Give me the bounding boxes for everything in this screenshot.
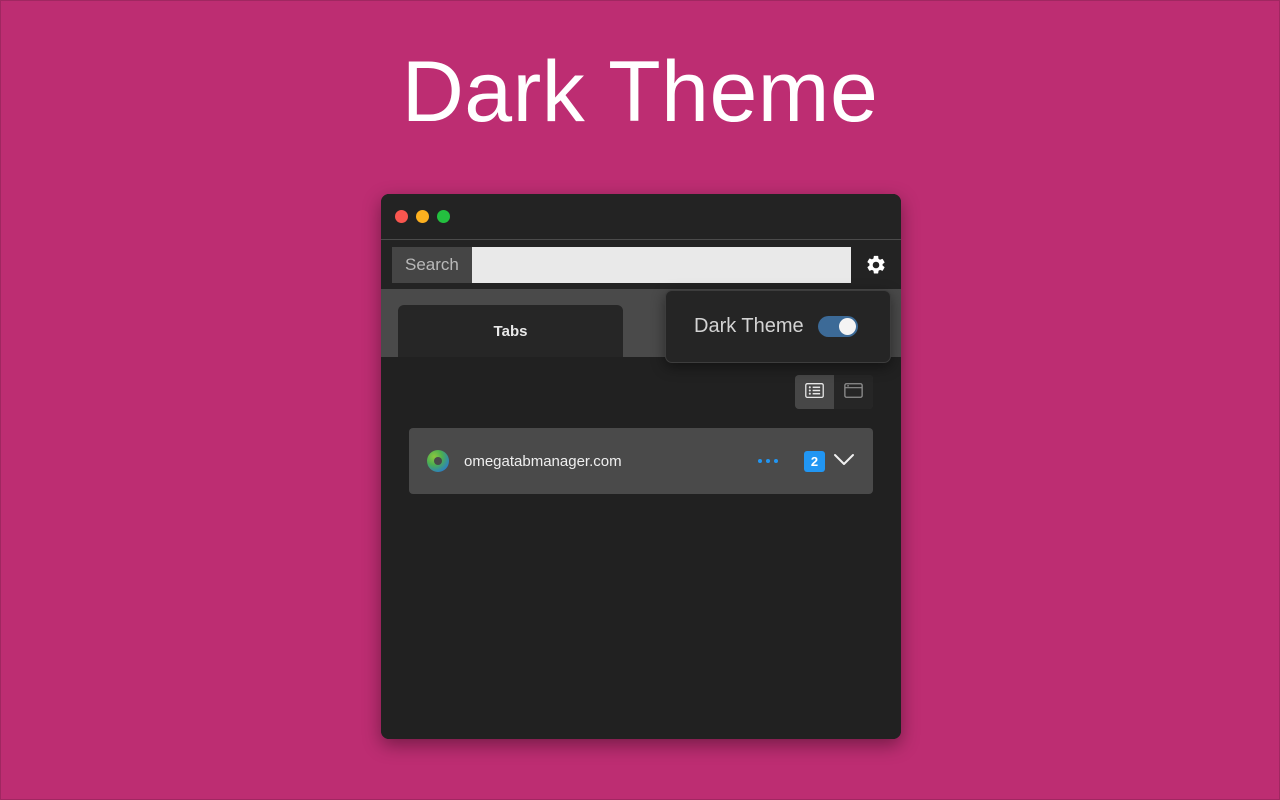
table-row[interactable]: omegatabmanager.com 2 [409, 428, 873, 494]
view-toggle-group [795, 375, 873, 409]
tab-tabs[interactable]: Tabs [398, 305, 623, 357]
chevron-down-icon [833, 453, 855, 470]
omega-favicon-icon [427, 450, 449, 472]
search-label: Search [392, 246, 472, 283]
toggle-knob [838, 318, 856, 335]
expand-row-button[interactable] [833, 453, 855, 470]
window-titlebar [381, 194, 901, 240]
gear-icon [865, 254, 887, 276]
list-view-button[interactable] [795, 375, 834, 409]
page-title: Dark Theme [401, 44, 879, 140]
close-window-button[interactable] [395, 210, 408, 223]
settings-button[interactable] [851, 240, 901, 289]
view-toggle-row [409, 357, 873, 409]
minimize-window-button[interactable] [416, 210, 429, 223]
tab-title: omegatabmanager.com [464, 452, 622, 470]
browser-window: Search Tabs omegatabmanager.com 2 [381, 194, 901, 739]
window-view-icon [844, 383, 863, 401]
list-view-icon [805, 382, 824, 401]
content-area: omegatabmanager.com 2 [381, 357, 901, 739]
dark-theme-toggle[interactable] [817, 316, 858, 337]
maximize-window-button[interactable] [437, 210, 450, 223]
search-bar: Search [381, 240, 901, 289]
tab-count-badge[interactable]: 2 [804, 450, 825, 472]
dark-theme-label: Dark Theme [694, 315, 804, 337]
more-options-icon[interactable] [754, 453, 782, 469]
card-view-button[interactable] [834, 375, 873, 409]
settings-dropdown: Dark Theme [665, 290, 891, 363]
search-input[interactable] [471, 246, 851, 283]
